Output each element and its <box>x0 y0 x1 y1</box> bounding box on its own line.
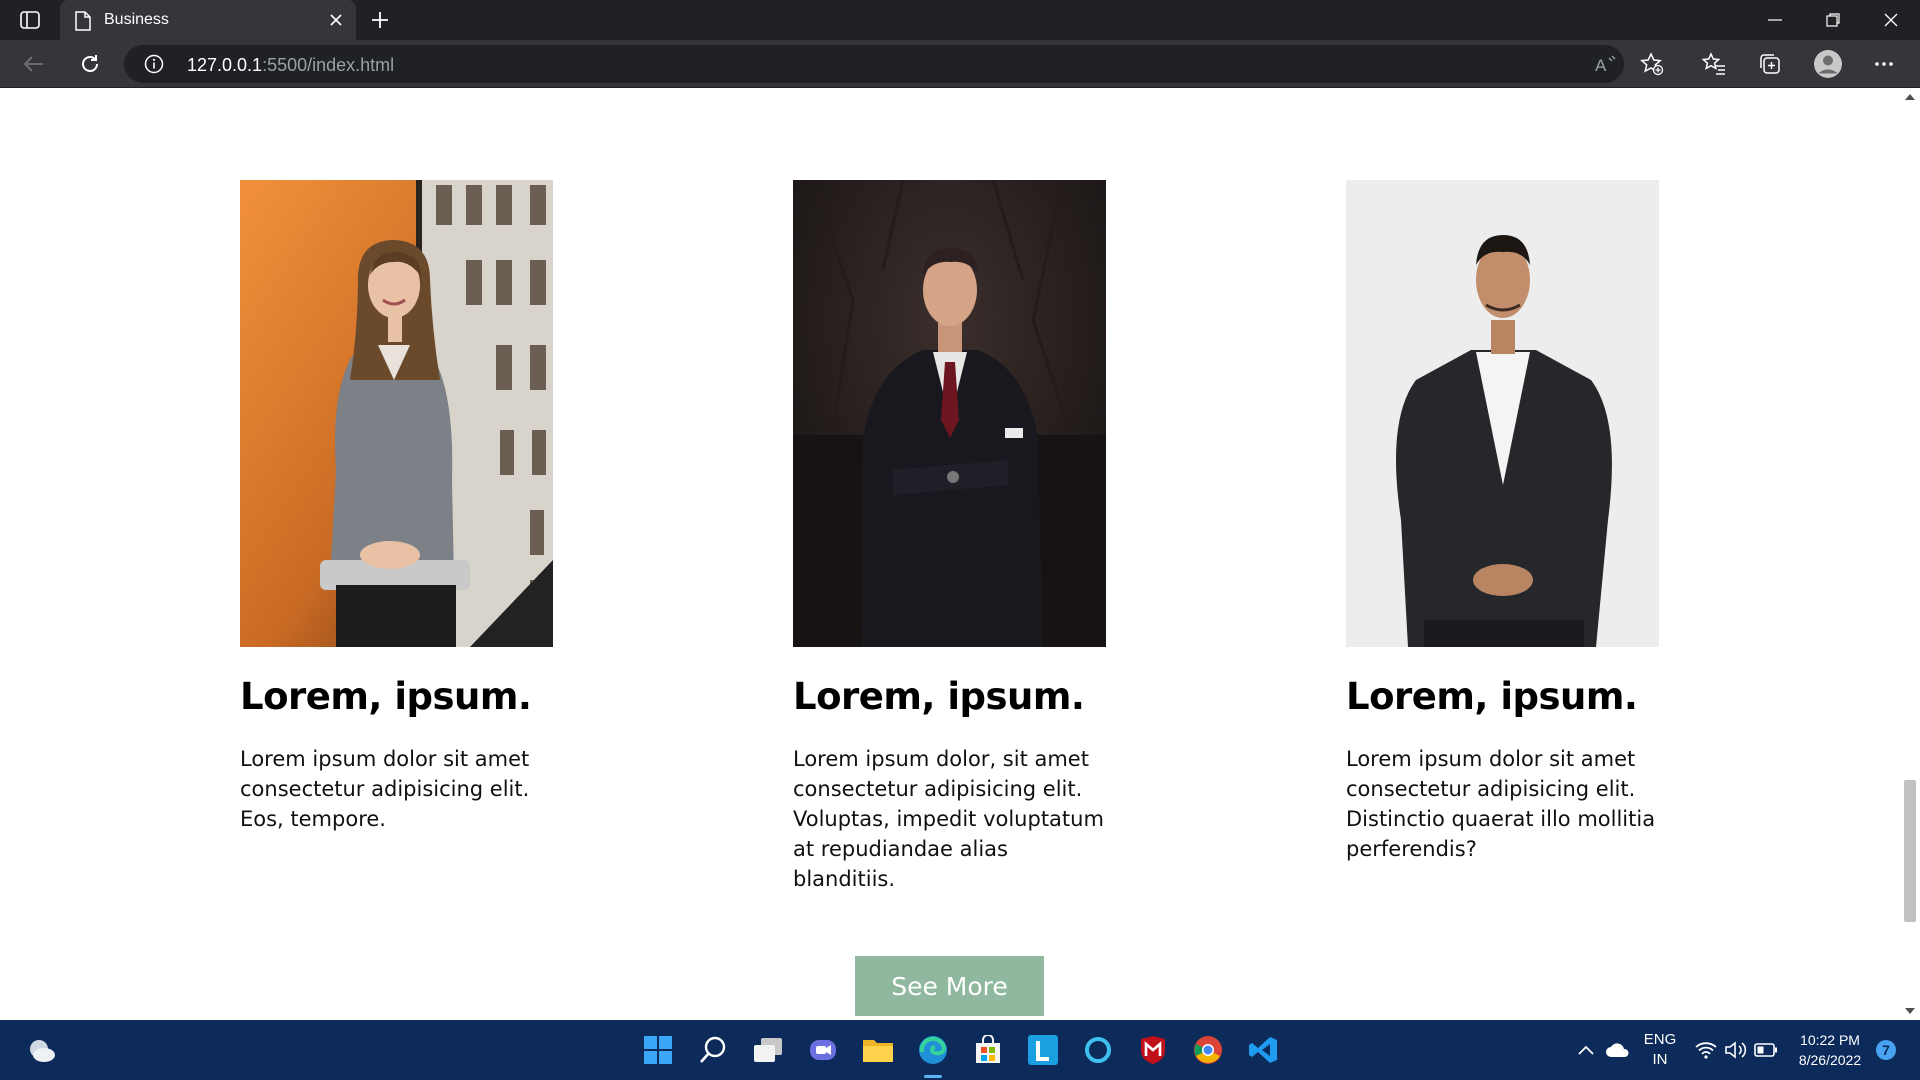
close-tab-icon[interactable] <box>326 10 346 30</box>
tab-bar: Business <box>0 0 1920 40</box>
svg-text:A: A <box>1595 56 1607 74</box>
mcafee-icon[interactable] <box>1133 1030 1173 1070</box>
search-icon[interactable] <box>693 1030 733 1070</box>
active-app-indicator <box>924 1075 942 1078</box>
card-description: Lorem ipsum dolor, sit amet consectetur … <box>793 747 1104 891</box>
task-view-icon[interactable] <box>748 1030 788 1070</box>
address-bar[interactable]: 127.0.0.1:5500/index.html <box>124 45 1624 83</box>
cortana-icon[interactable] <box>1078 1030 1118 1070</box>
back-arrow-icon[interactable] <box>16 48 52 80</box>
more-options-icon[interactable] <box>1866 48 1902 80</box>
file-explorer-icon[interactable] <box>858 1030 898 1070</box>
clock-date: 8/26/2022 <box>1798 1052 1862 1068</box>
page-scrollbar[interactable] <box>1900 88 1920 1020</box>
browser-tab[interactable]: Business <box>60 0 356 40</box>
url-path: :5500/index.html <box>262 55 395 75</box>
tab-title: Business <box>104 11 169 28</box>
card-title: Lorem, ipsum. <box>1346 675 1638 718</box>
page-icon <box>75 11 91 31</box>
start-menu-icon[interactable] <box>638 1030 678 1070</box>
restore-icon[interactable] <box>1804 0 1862 40</box>
battery-icon[interactable] <box>1746 1030 1786 1070</box>
add-favorite-icon[interactable] <box>1634 48 1670 80</box>
microsoft-store-icon[interactable] <box>968 1030 1008 1070</box>
see-more-button[interactable]: See More <box>855 956 1044 1016</box>
vscode-icon[interactable] <box>1243 1030 1283 1070</box>
new-tab-icon[interactable] <box>366 8 394 32</box>
page-viewport: Lorem, ipsum. Lorem ipsum dolor sit amet… <box>0 88 1900 1020</box>
clock[interactable]: 10:22 PM 8/26/2022 <box>1788 1030 1872 1070</box>
windows-taskbar: ENG IN 10:22 PM 8/26/2022 7 <box>0 1020 1920 1080</box>
url-host: 127.0.0.1 <box>187 55 263 75</box>
team-card: Lorem, ipsum. Lorem ipsum dolor sit amet… <box>240 180 553 834</box>
person-photo <box>1346 180 1659 647</box>
favorites-icon[interactable] <box>1696 48 1732 80</box>
team-card: Lorem, ipsum. Lorem ipsum dolor, sit ame… <box>793 180 1106 894</box>
person-photo <box>793 180 1106 647</box>
refresh-icon[interactable] <box>72 48 108 80</box>
edge-browser-icon[interactable] <box>913 1030 953 1070</box>
chat-icon[interactable] <box>803 1030 843 1070</box>
url-text: 127.0.0.1:5500/index.html <box>187 55 394 76</box>
card-title: Lorem, ipsum. <box>240 675 532 718</box>
minimize-icon[interactable] <box>1746 0 1804 40</box>
language-indicator[interactable]: ENG IN <box>1638 1030 1682 1070</box>
region-code: IN <box>1652 1051 1668 1068</box>
card-description: Lorem ipsum dolor sit amet consectetur a… <box>240 747 530 831</box>
l-app-icon[interactable] <box>1023 1030 1063 1070</box>
person-photo <box>240 180 553 647</box>
card-description: Lorem ipsum dolor sit amet consectetur a… <box>1346 747 1656 861</box>
team-card: Lorem, ipsum. Lorem ipsum dolor sit amet… <box>1346 180 1659 864</box>
tab-actions-icon[interactable] <box>14 8 46 32</box>
weather-icon[interactable] <box>22 1030 62 1070</box>
onedrive-cloud-icon[interactable] <box>1598 1030 1638 1070</box>
notification-badge[interactable]: 7 <box>1876 1040 1896 1060</box>
scroll-up-arrow-icon[interactable] <box>1905 94 1915 100</box>
read-aloud-icon[interactable]: A <box>1588 48 1624 80</box>
scroll-down-arrow-icon[interactable] <box>1905 1008 1915 1014</box>
collections-icon[interactable] <box>1752 48 1788 80</box>
language-code: ENG <box>1643 1031 1677 1048</box>
info-icon[interactable] <box>144 54 164 74</box>
profile-avatar-icon[interactable] <box>1810 48 1846 80</box>
browser-toolbar: 127.0.0.1:5500/index.html A <box>0 40 1920 88</box>
card-title: Lorem, ipsum. <box>793 675 1085 718</box>
chrome-icon[interactable] <box>1188 1030 1228 1070</box>
close-window-icon[interactable] <box>1862 0 1920 40</box>
scrollbar-thumb[interactable] <box>1904 780 1916 922</box>
clock-time: 10:22 PM <box>1800 1032 1860 1048</box>
